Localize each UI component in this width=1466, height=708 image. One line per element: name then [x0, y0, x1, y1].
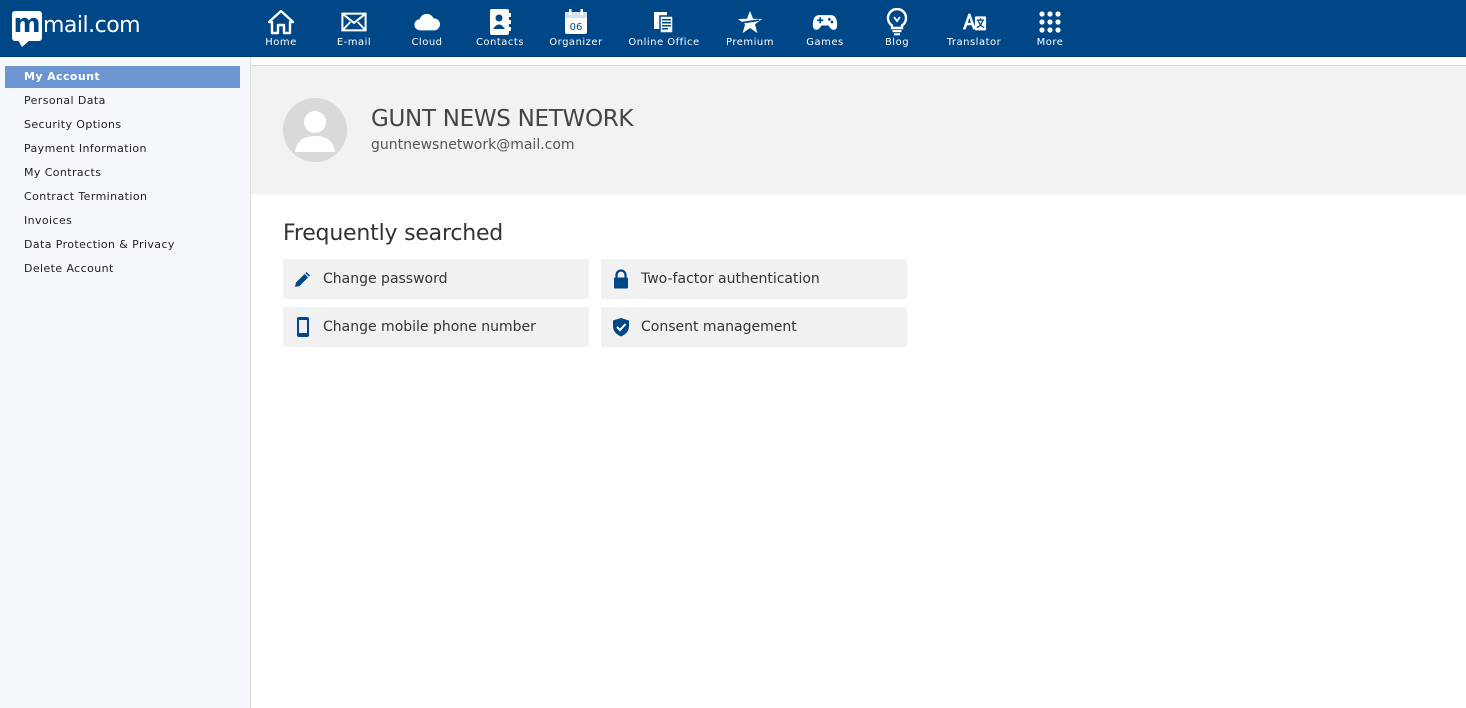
- frequently-searched-title: Frequently searched: [283, 221, 504, 246]
- nav-label-email: E-mail: [336, 37, 372, 48]
- gamepad-icon: [812, 9, 838, 35]
- cloud-icon: [414, 9, 440, 35]
- sidebar-item-my-contracts[interactable]: My Contracts: [5, 162, 240, 184]
- shield-check-icon: [611, 317, 631, 337]
- nav-label-online-office: Online Office: [628, 37, 700, 48]
- nav-item-home[interactable]: Home: [262, 0, 300, 57]
- top-navigation-bar: m mail.com Home E-mail Cloud Contacts 06: [0, 0, 1466, 57]
- contacts-icon: [487, 9, 513, 35]
- nav-item-blog[interactable]: Blog: [880, 0, 914, 57]
- nav-item-more[interactable]: More: [1034, 0, 1066, 57]
- sidebar-item-invoices[interactable]: Invoices: [5, 210, 240, 232]
- nav-label-premium: Premium: [726, 37, 774, 48]
- nav-label-home: Home: [265, 37, 297, 48]
- nav-label-blog: Blog: [884, 37, 910, 48]
- nav-item-games[interactable]: Games: [804, 0, 846, 57]
- change-mobile-phone-number-button[interactable]: Change mobile phone number: [283, 307, 589, 347]
- nav-label-games: Games: [806, 37, 844, 48]
- calendar-day-number: 06: [569, 22, 583, 33]
- nav-item-email[interactable]: E-mail: [334, 0, 374, 57]
- user-silhouette-icon: [295, 111, 335, 152]
- nav-item-organizer[interactable]: 06 Organizer: [548, 0, 604, 57]
- profile-email: guntnewsnetwork@mail.com: [371, 137, 575, 153]
- calendar-icon: 06: [563, 9, 589, 35]
- lightbulb-icon: [884, 8, 910, 36]
- account-sidebar: My Account Personal Data Security Option…: [0, 57, 251, 708]
- lock-icon: [611, 269, 631, 289]
- grid-dots-icon: [1037, 9, 1063, 35]
- two-factor-authentication-button[interactable]: Two-factor authentication: [601, 259, 907, 299]
- change-password-label: Change password: [323, 271, 448, 287]
- nav-label-cloud: Cloud: [411, 37, 443, 48]
- main-content: GUNT NEWS NETWORK guntnewsnetwork@mail.c…: [251, 65, 1466, 708]
- nav-label-translator: Translator: [946, 37, 1002, 48]
- nav-label-organizer: Organizer: [549, 37, 603, 48]
- logo-text: mail.com: [43, 13, 141, 38]
- nav-item-cloud[interactable]: Cloud: [408, 0, 446, 57]
- translator-icon: [961, 9, 987, 35]
- nav-label-more: More: [1036, 37, 1064, 48]
- avatar: [283, 98, 347, 162]
- sidebar-item-contract-termination[interactable]: Contract Termination: [5, 186, 240, 208]
- nav-item-premium[interactable]: Premium: [723, 0, 777, 57]
- consent-management-label: Consent management: [641, 319, 797, 335]
- sidebar-item-payment-information[interactable]: Payment Information: [5, 138, 240, 160]
- nav-item-online-office[interactable]: Online Office: [626, 0, 702, 57]
- nav-label-contacts: Contacts: [475, 37, 525, 48]
- envelope-icon: [341, 9, 367, 35]
- mail-com-logo[interactable]: m mail.com: [12, 9, 141, 47]
- consent-management-button[interactable]: Consent management: [601, 307, 907, 347]
- two-factor-authentication-label: Two-factor authentication: [641, 271, 820, 287]
- sidebar-item-personal-data[interactable]: Personal Data: [5, 90, 240, 112]
- pencil-icon: [293, 269, 313, 289]
- sidebar-item-data-protection-privacy[interactable]: Data Protection & Privacy: [5, 234, 240, 256]
- sidebar-item-delete-account[interactable]: Delete Account: [5, 258, 240, 280]
- change-password-button[interactable]: Change password: [283, 259, 589, 299]
- profile-header: GUNT NEWS NETWORK guntnewsnetwork@mail.c…: [251, 66, 1466, 194]
- star-icon: [737, 9, 763, 35]
- profile-name: GUNT NEWS NETWORK: [371, 106, 634, 132]
- nav-item-contacts[interactable]: Contacts: [475, 0, 525, 57]
- change-mobile-phone-number-label: Change mobile phone number: [323, 319, 536, 335]
- home-icon: [268, 9, 294, 35]
- mobile-phone-icon: [293, 317, 313, 337]
- office-documents-icon: [651, 9, 677, 35]
- nav-item-translator[interactable]: Translator: [944, 0, 1004, 57]
- sidebar-item-security-options[interactable]: Security Options: [5, 114, 240, 136]
- logo-mark-icon: m: [12, 9, 42, 47]
- sidebar-item-my-account[interactable]: My Account: [5, 66, 240, 88]
